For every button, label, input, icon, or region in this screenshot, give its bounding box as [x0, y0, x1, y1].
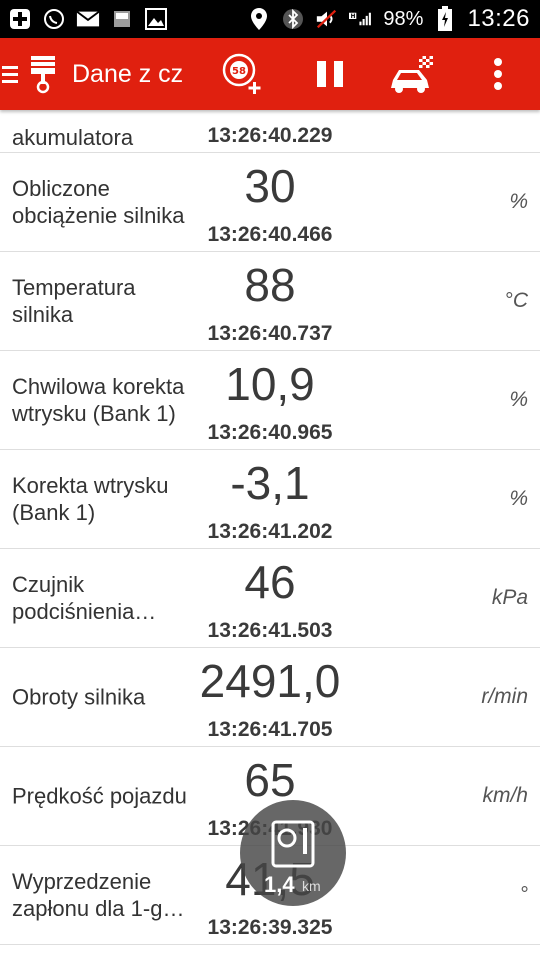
row-label: Chwilowa korekta wtrysku (Bank 1): [12, 374, 185, 426]
row-value: 2491,0: [199, 655, 341, 707]
signal-h-icon: H: [349, 7, 373, 31]
pause-button[interactable]: [302, 38, 358, 110]
row-value: -3,1: [230, 457, 310, 509]
svg-text:H: H: [351, 14, 356, 20]
row-unit: %: [509, 190, 528, 213]
overflow-menu-button[interactable]: [470, 38, 526, 110]
speed-badge-label: 58: [232, 66, 246, 77]
row-timestamp: 13:26:40.466: [207, 223, 333, 246]
row-label: Prędkość pojazdu: [12, 783, 187, 809]
location-icon: [247, 7, 271, 31]
bubble-unit: km: [302, 878, 321, 894]
row-label: Obroty silnika: [12, 684, 146, 710]
row-timestamp: 13:26:41.705: [207, 718, 333, 741]
add-gauge-button[interactable]: 58: [215, 38, 271, 110]
row-unit: °C: [504, 289, 528, 312]
table-row[interactable]: Korekta wtrysku (Bank 1) -3,1 13:26:41.2…: [0, 450, 540, 549]
row-value: 65: [244, 754, 296, 806]
bluetooth-icon: [281, 7, 305, 31]
speedometer-plus-icon: 58: [222, 53, 261, 94]
race-mode-button[interactable]: [384, 38, 440, 110]
row-label: Korekta wtrysku (Bank 1): [12, 473, 169, 525]
piston-icon: [28, 54, 58, 94]
mute-icon: [315, 7, 339, 31]
row-value: 30: [244, 160, 296, 212]
add-icon: [8, 7, 32, 31]
mail-icon: [76, 7, 100, 31]
clock: 13:26: [467, 5, 530, 32]
row-value: 10,9: [225, 358, 315, 410]
page-title: Dane z cz: [72, 59, 184, 88]
table-row[interactable]: Temperatura silnika 88 13:26:40.737 °C: [0, 252, 540, 351]
table-row[interactable]: Obroty silnika 2491,0 13:26:41.705 r/min: [0, 648, 540, 747]
app-toolbar: Dane z cz 58: [0, 38, 540, 110]
row-label: Wyprzedzenie zapłonu dla 1-g…: [12, 869, 185, 921]
table-row[interactable]: Obliczone obciążenie silnika 30 13:26:40…: [0, 153, 540, 252]
floating-overlay-button[interactable]: 1,4 km: [240, 800, 346, 906]
battery-percent: 98%: [383, 7, 424, 30]
row-unit: km/h: [482, 784, 528, 807]
row-label: Obliczone obciążenie silnika: [12, 176, 185, 228]
bubble-value: 1,4: [264, 872, 295, 897]
row-unit: %: [509, 388, 528, 411]
race-car-flag-icon: [391, 56, 433, 93]
row-label: akumulatora: [12, 125, 134, 150]
row-label: Temperatura silnika: [12, 275, 136, 327]
row-timestamp: 13:26:40.229: [207, 124, 333, 147]
screenshot-frame-icon: [271, 820, 315, 868]
battery-icon: [433, 6, 457, 31]
table-row[interactable]: Czujnik podciśnienia… 46 13:26:41.503 kP…: [0, 549, 540, 648]
row-timestamp: 13:26:40.737: [207, 322, 333, 345]
whatsapp-icon: [42, 7, 66, 31]
row-unit: kPa: [491, 586, 528, 609]
image-icon: [144, 7, 168, 31]
menu-icon[interactable]: [2, 62, 18, 87]
table-row[interactable]: akumulatora 13:26:40.229: [0, 110, 540, 153]
table-row[interactable]: Chwilowa korekta wtrysku (Bank 1) 10,9 1…: [0, 351, 540, 450]
pause-icon: [317, 61, 343, 87]
row-timestamp: 13:26:40.965: [207, 421, 333, 444]
row-timestamp: 13:26:41.202: [207, 520, 333, 543]
row-label: Czujnik podciśnienia…: [12, 572, 157, 624]
row-value: 46: [244, 556, 296, 608]
row-value: 88: [244, 259, 296, 311]
row-unit: r/min: [481, 685, 528, 708]
row-unit: °: [519, 883, 528, 906]
row-timestamp: 13:26:41.503: [207, 619, 333, 642]
more-vert-icon: [494, 58, 502, 90]
status-bar: H 98% 13:26: [0, 0, 540, 38]
sim-3g-icon: [110, 7, 134, 31]
row-unit: %: [509, 487, 528, 510]
row-timestamp: 13:26:39.325: [207, 916, 333, 939]
